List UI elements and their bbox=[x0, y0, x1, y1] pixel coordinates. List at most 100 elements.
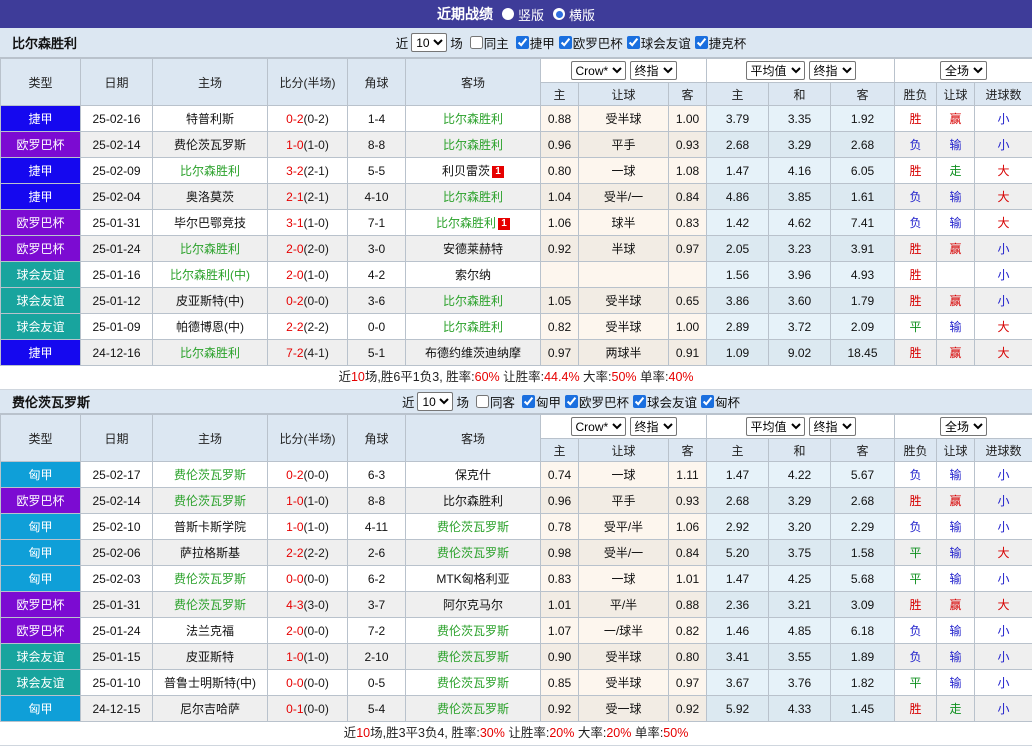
league-type-cell: 欧罗巴杯 bbox=[1, 618, 81, 644]
avg-away-odds: 5.68 bbox=[831, 566, 895, 592]
team-name-text: 皮亚斯特 bbox=[186, 650, 234, 664]
handicap-result: 输 bbox=[937, 566, 975, 592]
team-name-text: 利贝雷茨 bbox=[442, 164, 490, 178]
date-cell: 25-02-14 bbox=[81, 488, 153, 514]
handicap-result bbox=[937, 262, 975, 288]
avg-home-odds: 3.67 bbox=[707, 670, 769, 696]
corner-cell: 7-2 bbox=[348, 618, 406, 644]
fullmatch-select[interactable]: 全场 bbox=[940, 417, 987, 436]
summary-text: 30% bbox=[480, 726, 505, 740]
score-cell: 3-2(2-1) bbox=[268, 158, 348, 184]
team-name-text: 萨拉格斯基 bbox=[180, 546, 240, 560]
win-loss-result: 胜 bbox=[895, 488, 937, 514]
league-checkbox[interactable]: 匈甲 bbox=[518, 392, 561, 411]
avg-away-odds: 2.29 bbox=[831, 514, 895, 540]
avg-draw-odds: 4.85 bbox=[769, 618, 831, 644]
away-team-cell: 比尔森胜利 bbox=[406, 314, 541, 340]
checkbox-icon[interactable] bbox=[701, 395, 714, 408]
date-cell: 25-02-16 bbox=[81, 106, 153, 132]
match-count-select[interactable]: 10 bbox=[411, 33, 447, 52]
checkbox-icon[interactable] bbox=[565, 395, 578, 408]
team-name-text: 皮亚斯特(中) bbox=[176, 294, 244, 308]
avg-draw-odds: 3.55 bbox=[769, 644, 831, 670]
avg-draw-odds: 4.33 bbox=[769, 696, 831, 722]
fullmatch-cell: 全场 bbox=[895, 415, 1032, 439]
score-cell: 2-1(2-1) bbox=[268, 184, 348, 210]
corner-cell: 0-0 bbox=[348, 314, 406, 340]
checkbox-icon[interactable] bbox=[633, 395, 646, 408]
handicap-home-odds: 0.90 bbox=[541, 644, 579, 670]
avg-home-odds: 3.41 bbox=[707, 644, 769, 670]
league-checkbox[interactable]: 球会友谊 bbox=[629, 392, 697, 411]
win-loss-result: 胜 bbox=[895, 236, 937, 262]
radio-icon[interactable] bbox=[553, 8, 565, 20]
team-name: 比尔森胜利 bbox=[12, 33, 77, 52]
handicap-home-odds bbox=[541, 262, 579, 288]
date-cell: 25-02-14 bbox=[81, 132, 153, 158]
checkbox-icon[interactable] bbox=[522, 395, 535, 408]
table-row: 欧罗巴杯25-01-31费伦茨瓦罗斯4-3(3-0)3-7阿尔克马尔1.01平/… bbox=[1, 592, 1032, 618]
crow-odds-select[interactable]: Crow* bbox=[571, 417, 626, 436]
match-count-select[interactable]: 10 bbox=[417, 392, 453, 411]
league-type-cell: 球会友谊 bbox=[1, 262, 81, 288]
halftime-score: (1-0) bbox=[304, 650, 329, 664]
team-name-text: 保克什 bbox=[455, 468, 491, 482]
final-odds-select-2[interactable]: 终指 bbox=[809, 61, 856, 80]
league-checkbox[interactable]: 欧罗巴杯 bbox=[561, 392, 629, 411]
checkbox-icon[interactable] bbox=[516, 36, 529, 49]
corner-cell: 6-3 bbox=[348, 462, 406, 488]
avg-draw-odds: 3.96 bbox=[769, 262, 831, 288]
sub-col-header: 客 bbox=[831, 83, 895, 106]
goals-result: 小 bbox=[975, 514, 1032, 540]
checkbox-icon[interactable] bbox=[695, 36, 708, 49]
away-team-cell: 费伦茨瓦罗斯 bbox=[406, 696, 541, 722]
checkbox-icon[interactable] bbox=[559, 36, 572, 49]
checkbox-icon[interactable] bbox=[627, 36, 640, 49]
avg-draw-odds: 3.85 bbox=[769, 184, 831, 210]
sub-col-header: 胜负 bbox=[895, 439, 937, 462]
date-cell: 25-02-03 bbox=[81, 566, 153, 592]
summary-text: 20% bbox=[606, 726, 631, 740]
fulltime-score: 1-0 bbox=[286, 138, 303, 152]
summary-text: 让胜率: bbox=[505, 726, 549, 740]
final-odds-select-2[interactable]: 终指 bbox=[809, 417, 856, 436]
checkbox-icon[interactable] bbox=[476, 395, 489, 408]
goals-result: 大 bbox=[975, 158, 1032, 184]
date-cell: 25-01-12 bbox=[81, 288, 153, 314]
league-checkbox[interactable]: 捷甲 bbox=[512, 33, 555, 52]
handicap-home-odds: 0.98 bbox=[541, 540, 579, 566]
win-loss-result: 胜 bbox=[895, 288, 937, 314]
handicap-line: 受半球 bbox=[579, 314, 669, 340]
same-venue-checkbox[interactable]: 同主 bbox=[466, 33, 509, 52]
sub-col-header: 主 bbox=[707, 83, 769, 106]
avg-draw-odds: 3.75 bbox=[769, 540, 831, 566]
final-odds-select[interactable]: 终指 bbox=[630, 61, 677, 80]
table-row: 欧罗巴杯25-01-24法兰克福2-0(0-0)7-2费伦茨瓦罗斯1.07一/球… bbox=[1, 618, 1032, 644]
date-cell: 25-02-04 bbox=[81, 184, 153, 210]
checkbox-icon[interactable] bbox=[470, 36, 483, 49]
league-label: 捷甲 bbox=[530, 33, 555, 52]
radio-icon[interactable] bbox=[502, 8, 514, 20]
fullmatch-select[interactable]: 全场 bbox=[940, 61, 987, 80]
layout-option-horizontal[interactable]: 横版 bbox=[553, 5, 595, 24]
average-odds-select[interactable]: 平均值 bbox=[746, 61, 805, 80]
league-checkbox[interactable]: 匈杯 bbox=[697, 392, 740, 411]
league-checkbox[interactable]: 球会友谊 bbox=[623, 33, 691, 52]
sub-col-header: 客 bbox=[669, 83, 707, 106]
crow-odds-select[interactable]: Crow* bbox=[571, 61, 626, 80]
league-checkbox[interactable]: 欧罗巴杯 bbox=[555, 33, 623, 52]
win-loss-result: 负 bbox=[895, 132, 937, 158]
away-team-cell: 比尔森胜利1 bbox=[406, 210, 541, 236]
layout-option-vertical[interactable]: 竖版 bbox=[502, 5, 544, 24]
corner-cell: 0-5 bbox=[348, 670, 406, 696]
league-checkbox[interactable]: 捷克杯 bbox=[691, 33, 747, 52]
final-odds-select[interactable]: 终指 bbox=[630, 417, 677, 436]
goals-result: 大 bbox=[975, 540, 1032, 566]
handicap-result: 输 bbox=[937, 210, 975, 236]
average-odds-select[interactable]: 平均值 bbox=[746, 417, 805, 436]
sub-col-header: 和 bbox=[769, 439, 831, 462]
halftime-score: (0-0) bbox=[304, 294, 329, 308]
score-cell: 0-2(0-0) bbox=[268, 288, 348, 314]
col-header-home: 主场 bbox=[153, 59, 268, 106]
same-venue-checkbox[interactable]: 同客 bbox=[472, 392, 515, 411]
